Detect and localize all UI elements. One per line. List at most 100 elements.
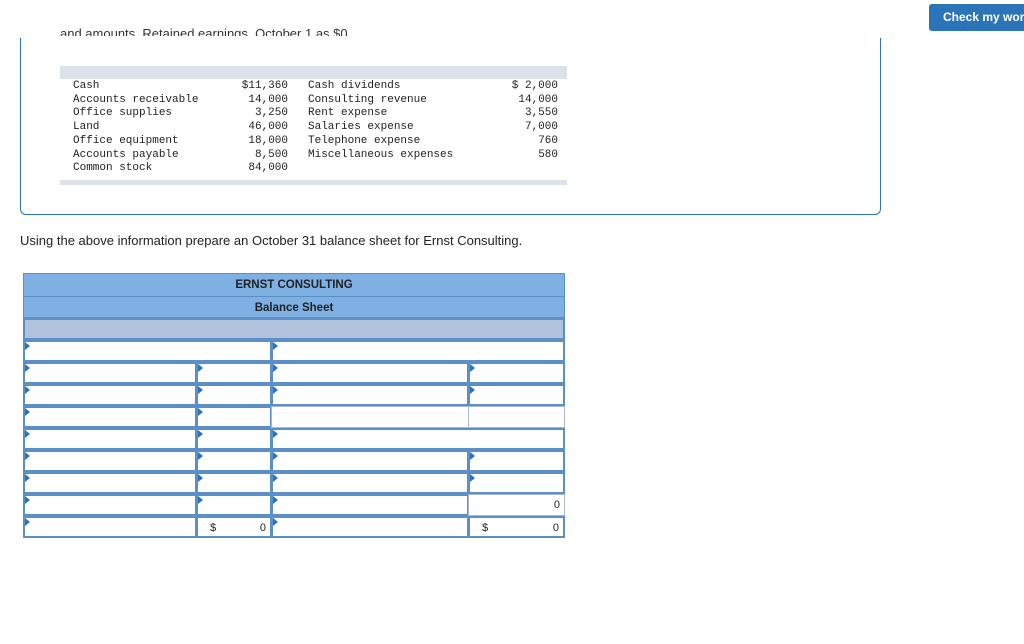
- dropdown-arrow-icon: [25, 386, 30, 394]
- right-account-select[interactable]: [271, 384, 469, 406]
- dropdown-arrow-icon: [25, 452, 30, 460]
- right-section-heading-input[interactable]: [271, 428, 565, 450]
- dropdown-arrow-icon: [25, 408, 30, 416]
- ledger-account: Miscellaneous expenses: [308, 148, 454, 161]
- dropdown-arrow-icon: [273, 474, 278, 482]
- ledger-amount: 7,000: [524, 121, 558, 134]
- ledger-account: Telephone expense: [308, 134, 421, 147]
- left-section-heading-input[interactable]: [23, 340, 272, 362]
- left-account-select[interactable]: [23, 472, 197, 494]
- right-account-select[interactable]: [271, 472, 469, 494]
- table-row: [23, 450, 565, 472]
- instruction-text: Using the above information prepare an O…: [20, 233, 523, 248]
- right-total-value: $ 0: [468, 516, 565, 538]
- dropdown-arrow-icon: [198, 452, 203, 460]
- right-total-label-select[interactable]: [271, 494, 469, 516]
- dropdown-arrow-icon: [198, 496, 203, 504]
- dropdown-arrow-icon: [470, 386, 475, 394]
- ledger-amount: 14,000: [248, 93, 288, 106]
- ledger-amount: 3,250: [254, 107, 288, 120]
- ledger-row: Land 46,000 Salaries expense 7,000: [60, 121, 567, 135]
- left-total-label-select[interactable]: [23, 516, 197, 538]
- ledger-account: Office equipment: [73, 134, 179, 147]
- left-account-select[interactable]: [23, 384, 197, 406]
- ledger-amount: 18,000: [248, 134, 288, 147]
- ledger-account: Cash dividends: [308, 80, 401, 92]
- ledger-account: Cash: [73, 80, 100, 92]
- ledger-amount: 46,000: [248, 121, 288, 134]
- ledger-amount: 84,000: [248, 162, 288, 175]
- table-row: [23, 384, 565, 406]
- ledger-amount: $ 2,000: [511, 80, 558, 92]
- left-total-value: $ 0: [196, 516, 272, 538]
- right-account-select[interactable]: [271, 450, 469, 472]
- table-row: 0: [23, 494, 565, 516]
- table-row: [23, 340, 565, 362]
- left-amount-input[interactable]: [196, 406, 272, 428]
- dropdown-arrow-icon: [25, 496, 30, 504]
- left-account-select[interactable]: [23, 450, 197, 472]
- right-amount-input[interactable]: [468, 384, 565, 406]
- question-cut-text: and amounts. Retained earnings, October …: [60, 26, 352, 36]
- currency-symbol: $: [210, 522, 217, 534]
- left-amount-input[interactable]: [196, 384, 272, 406]
- dropdown-arrow-icon: [470, 452, 475, 460]
- table-row: [23, 406, 565, 428]
- ledger-row: Accounts receivable 14,000 Consulting re…: [60, 94, 567, 108]
- left-amount-input[interactable]: [196, 494, 272, 516]
- dropdown-arrow-icon: [198, 430, 203, 438]
- right-blank-cell: [271, 406, 469, 428]
- left-amount-input[interactable]: [196, 428, 272, 450]
- right-total-label-select[interactable]: [271, 516, 469, 538]
- right-account-select[interactable]: [271, 362, 469, 384]
- ledger-account: Land: [73, 121, 100, 134]
- dropdown-arrow-icon: [470, 364, 475, 372]
- table-row: [23, 428, 565, 450]
- left-amount-input[interactable]: [196, 450, 272, 472]
- table-row: $ 0 $ 0: [23, 516, 565, 538]
- dropdown-arrow-icon: [273, 430, 278, 438]
- dropdown-arrow-icon: [198, 386, 203, 394]
- table-row: [23, 362, 565, 384]
- ledger-bottom-bar: [60, 180, 567, 185]
- account-ledger: Cash $11,360 Cash dividends $ 2,000 Acco…: [60, 66, 567, 186]
- dropdown-arrow-icon: [273, 342, 278, 350]
- dropdown-arrow-icon: [273, 452, 278, 460]
- balance-sheet: ERNST CONSULTING Balance Sheet 0 $ 0 $ 0: [23, 273, 565, 538]
- left-account-select[interactable]: [23, 362, 197, 384]
- ledger-account: Accounts receivable: [73, 93, 199, 106]
- left-account-select[interactable]: [23, 494, 197, 516]
- ledger-account: Office supplies: [73, 107, 173, 120]
- ledger-amount: 14,000: [518, 93, 558, 106]
- total-liabilities-equity-value: 0: [552, 522, 559, 534]
- left-account-select[interactable]: [23, 428, 197, 450]
- dropdown-arrow-icon: [273, 364, 278, 372]
- dropdown-arrow-icon: [25, 518, 30, 526]
- ledger-top-bar: [60, 66, 567, 79]
- date-header-input[interactable]: [23, 318, 565, 340]
- dropdown-arrow-icon: [25, 430, 30, 438]
- left-amount-input[interactable]: [196, 472, 272, 494]
- right-section-heading-input[interactable]: [271, 340, 565, 362]
- ledger-row: Office supplies 3,250 Rent expense 3,550: [60, 107, 567, 121]
- dropdown-arrow-icon: [198, 474, 203, 482]
- left-amount-input[interactable]: [196, 362, 272, 384]
- ledger-account: Accounts payable: [73, 148, 179, 161]
- right-amount-input[interactable]: [468, 472, 565, 494]
- dropdown-arrow-icon: [25, 342, 30, 350]
- ledger-account: Common stock: [73, 162, 153, 175]
- ledger-row: Cash $11,360 Cash dividends $ 2,000: [60, 80, 567, 94]
- ledger-account: Consulting revenue: [308, 93, 427, 106]
- dropdown-arrow-icon: [273, 518, 278, 526]
- ledger-account: Salaries expense: [308, 121, 414, 134]
- left-account-select[interactable]: [23, 406, 197, 428]
- ledger-amount: 760: [538, 134, 558, 147]
- ledger-amount: $11,360: [241, 80, 288, 92]
- check-my-work-button[interactable]: Check my work: [929, 4, 1024, 31]
- right-amount-input[interactable]: [468, 450, 565, 472]
- currency-symbol: $: [482, 522, 489, 534]
- ledger-row: Common stock 84,000: [60, 162, 567, 176]
- ledger-account: Rent expense: [308, 107, 388, 120]
- right-amount-input[interactable]: [468, 362, 565, 384]
- dropdown-arrow-icon: [25, 474, 30, 482]
